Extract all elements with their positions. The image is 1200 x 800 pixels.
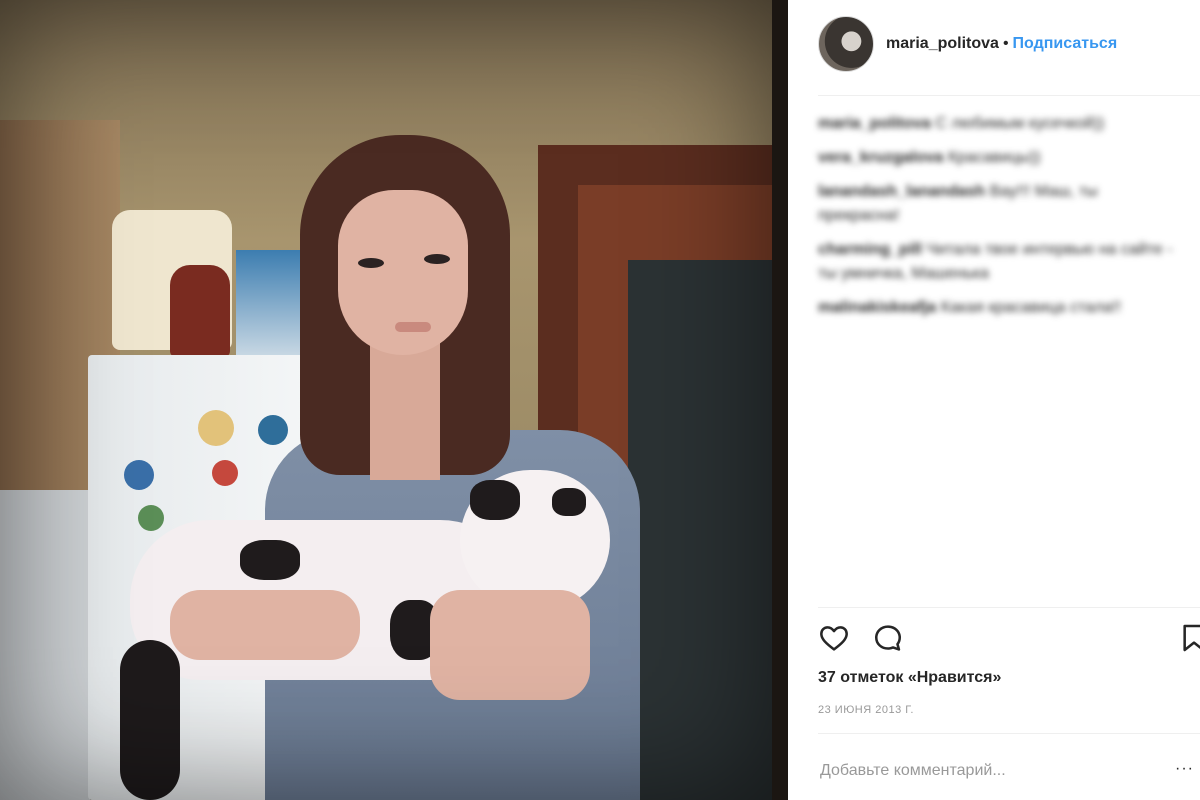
comment-item: vera_kruzgalova Красавицы)) bbox=[818, 146, 1178, 170]
likes-count[interactable]: 37 отметок «Нравится» bbox=[818, 669, 1001, 687]
comment-item: maria_politova С любимым кусечкой)) bbox=[818, 112, 1178, 136]
comment-item: lanandash_lanandash Вау!!! Маш, ты прекр… bbox=[818, 180, 1178, 228]
follow-button[interactable]: Подписаться bbox=[1013, 35, 1118, 52]
header-text: maria_politova • Подписаться bbox=[886, 35, 1117, 53]
post-photo[interactable] bbox=[0, 0, 788, 800]
actions-divider bbox=[818, 607, 1200, 608]
post-actions bbox=[818, 620, 1200, 660]
comment-item: charming_pill Читала твое интервью на са… bbox=[818, 238, 1178, 286]
comment-text: С любимым кусечкой)) bbox=[935, 115, 1105, 132]
post-date[interactable]: 23 ИЮНЯ 2013 Г. bbox=[818, 704, 914, 716]
comment-divider bbox=[818, 733, 1200, 734]
comment-icon[interactable] bbox=[872, 622, 904, 654]
comment-author[interactable]: maria_politova bbox=[818, 115, 931, 132]
comment-author[interactable]: charming_pill bbox=[818, 241, 922, 258]
username-link[interactable]: maria_politova bbox=[886, 35, 999, 52]
bookmark-icon[interactable] bbox=[1178, 622, 1200, 654]
comment-text: Красавицы)) bbox=[947, 149, 1041, 166]
comments-list: maria_politova С любимым кусечкой)) vera… bbox=[818, 112, 1178, 330]
separator-dot: • bbox=[1002, 35, 1009, 52]
more-options-icon[interactable]: ··· bbox=[1175, 760, 1194, 778]
heart-icon[interactable] bbox=[818, 622, 850, 654]
comment-author[interactable]: malinakiskeafja bbox=[818, 299, 936, 316]
comment-author[interactable]: vera_kruzgalova bbox=[818, 149, 943, 166]
avatar[interactable] bbox=[818, 16, 874, 72]
photo-vignette bbox=[0, 0, 772, 800]
photo-scene bbox=[0, 0, 772, 800]
comment-author[interactable]: lanandash_lanandash bbox=[818, 183, 985, 200]
post-side-panel: maria_politova • Подписаться maria_politov… bbox=[788, 0, 1200, 800]
header-divider bbox=[818, 95, 1200, 96]
add-comment-input[interactable] bbox=[818, 750, 1192, 792]
comment-text: Какая красавица стала!! bbox=[940, 299, 1122, 316]
post-header: maria_politova • Подписаться bbox=[818, 14, 1117, 74]
comment-item: malinakiskeafja Какая красавица стала!! bbox=[818, 296, 1178, 320]
